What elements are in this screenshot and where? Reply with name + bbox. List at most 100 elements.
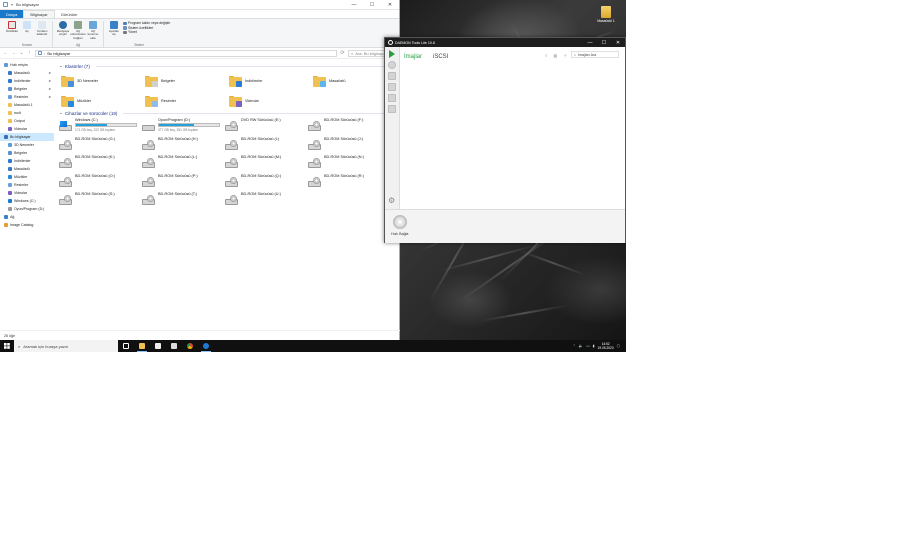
address-bar[interactable]: › Bu bilgisayar — [35, 49, 337, 57]
disc-icon[interactable] — [388, 61, 396, 69]
nav-item[interactable]: mult — [0, 109, 54, 117]
nav-item[interactable]: Resimler ✱ — [0, 93, 54, 101]
maximize-button[interactable]: ☐ — [363, 0, 381, 10]
drive-item[interactable]: BD-ROM Sürücüsü (T:) — [142, 192, 224, 210]
nav-item[interactable]: Belgeler ✱ — [0, 85, 54, 93]
drives-section-header[interactable]: ⌄ Cihazlar ve sürücüler (19) — [55, 109, 395, 117]
taskbar-app[interactable] — [166, 340, 182, 352]
notifications-icon[interactable]: ▢ — [617, 344, 620, 348]
tab-file[interactable]: Dosya — [0, 10, 24, 18]
drive-item[interactable]: BD-ROM Sürücüsü (G:) — [59, 137, 141, 155]
drive-item[interactable]: BD-ROM Sürücüsü (P:) — [142, 174, 224, 192]
nav-item[interactable]: Output — [0, 117, 54, 125]
gear-icon[interactable]: ⚙ — [388, 196, 395, 205]
tab-iscsi[interactable]: iSCSI — [433, 54, 448, 60]
burn-icon[interactable] — [388, 72, 396, 80]
quick-access-toolbar-icon[interactable]: ▾ — [11, 2, 13, 7]
nav-item[interactable]: Müzikler — [0, 173, 54, 181]
taskbar-search-input[interactable]: ⌕ Aramak için buraya yazın — [14, 340, 118, 352]
list-view-icon[interactable]: ≡ — [545, 53, 547, 59]
minimize-button[interactable]: — — [583, 38, 597, 47]
nav-item[interactable]: 3D Nesneler — [0, 141, 54, 149]
drive-icon[interactable] — [388, 83, 396, 91]
nav-item[interactable]: Windows (C:) — [0, 197, 54, 205]
tab-view[interactable]: Görünüm — [55, 10, 84, 18]
quick-mount-button[interactable] — [393, 215, 407, 229]
daemon-titlebar[interactable]: DAEMON Tools Lite 10.8 — ☐ ✕ — [385, 38, 625, 47]
pin-icon[interactable]: ✱ — [48, 71, 51, 75]
taskbar-chrome[interactable] — [182, 340, 198, 352]
chevron-up-icon[interactable]: ⌃ — [573, 344, 576, 348]
nav-item[interactable]: Videolar — [0, 189, 54, 197]
clock[interactable]: 14:52 19.05.2020 — [598, 342, 614, 350]
folder-item[interactable]: İndirilenler — [229, 72, 309, 90]
drive-item[interactable]: BD-ROM Sürücüsü (N:) — [308, 155, 390, 173]
tab-computer[interactable]: Bilgisayar — [23, 10, 55, 18]
drive-item[interactable]: BD-ROM Sürücüsü (H:) — [142, 137, 224, 155]
add-icon[interactable]: ＋ — [563, 53, 567, 59]
taskbar-store[interactable] — [150, 340, 166, 352]
drive-item[interactable]: BD-ROM Sürücüsü (K:) — [59, 155, 141, 173]
play-icon[interactable] — [389, 50, 395, 58]
drive-item[interactable]: DVD RW Sürücüsü (E:) — [225, 118, 307, 136]
pin-icon[interactable]: ✱ — [48, 79, 51, 83]
folder-item[interactable]: Müzikler — [61, 92, 141, 110]
folder-item[interactable]: 3D Nesneler — [61, 72, 141, 90]
nav-item[interactable]: Hızlı erişim — [0, 61, 54, 69]
nav-item[interactable]: Resimler — [0, 181, 54, 189]
manage-button[interactable]: Yönet — [123, 30, 170, 35]
nav-item[interactable]: Ağ — [0, 213, 54, 221]
nav-item[interactable]: Masaüstü — [0, 165, 54, 173]
drive-item[interactable]: BD-ROM Sürücüsü (U:) — [225, 192, 307, 210]
refresh-icon[interactable]: ⟳ — [340, 50, 345, 56]
start-button[interactable] — [0, 340, 14, 352]
nav-item[interactable]: İndirilenler ✱ — [0, 77, 54, 85]
nav-item[interactable]: İndirilenler — [0, 157, 54, 165]
drive-item[interactable]: BD-ROM Sürücüsü (R:) — [308, 174, 390, 192]
forward-icon[interactable]: → — [11, 50, 16, 56]
up-icon[interactable]: ↑ — [27, 50, 32, 56]
drive-item[interactable]: Oyun/Program (D:) 377 GB boş, 931 GB topl… — [142, 118, 224, 136]
drive-item[interactable]: BD-ROM Sürücüsü (Q:) — [225, 174, 307, 192]
volume-icon[interactable]: 🔈 — [579, 344, 583, 348]
image-search-input[interactable]: ⌕ İmajları Ara — [571, 51, 619, 58]
folder-item[interactable]: Resimler — [145, 92, 225, 110]
folder-item[interactable]: Belgeler — [145, 72, 225, 90]
pin-icon[interactable]: ✱ — [48, 87, 51, 91]
drive-item[interactable]: BD-ROM Sürücüsü (M:) — [225, 155, 307, 173]
nav-item[interactable]: Image Catalog — [0, 221, 54, 229]
network-icon[interactable]: ▭ — [586, 344, 589, 348]
folder-item[interactable]: Videolar — [229, 92, 309, 110]
drive-item[interactable]: BD-ROM Sürücüsü (F:) — [308, 118, 390, 136]
close-button[interactable]: ✕ — [381, 0, 399, 10]
drive-item[interactable]: BD-ROM Sürücüsü (O:) — [59, 174, 141, 192]
nav-item[interactable]: Videolar — [0, 125, 54, 133]
drive-item[interactable]: Windows (C:) 171 GB boş, 222 GB toplam — [59, 118, 141, 136]
drive-item[interactable]: BD-ROM Sürücüsü (J:) — [308, 137, 390, 155]
nav-item[interactable]: Bu bilgisayar — [0, 133, 54, 141]
minimize-button[interactable]: — — [345, 0, 363, 10]
close-button[interactable]: ✕ — [611, 38, 625, 47]
maximize-button[interactable]: ☐ — [597, 38, 611, 47]
pin-icon[interactable]: ✱ — [48, 95, 51, 99]
nav-item[interactable]: Belgeler — [0, 149, 54, 157]
task-view-button[interactable] — [118, 340, 134, 352]
back-icon[interactable]: ← — [3, 50, 8, 56]
explorer-titlebar[interactable]: ▾ Bu bilgisayar — ☐ ✕ — [0, 0, 399, 10]
drive-item[interactable]: BD-ROM Sürücüsü (S:) — [59, 192, 141, 210]
taskbar-daemon[interactable] — [198, 340, 214, 352]
tab-images[interactable]: İmajlar — [404, 54, 422, 60]
desktop-folder-icon[interactable]: Masaüstü 1 — [596, 6, 616, 23]
folder-item[interactable]: Masaüstü — [313, 72, 393, 90]
usb-icon[interactable] — [388, 105, 396, 113]
write-icon[interactable] — [388, 94, 396, 102]
chevron-down-icon[interactable]: ⌄ — [19, 50, 24, 56]
nav-item[interactable]: Masaüstü 1 — [0, 101, 54, 109]
grid-view-icon[interactable]: ▦ — [553, 53, 557, 59]
drive-item[interactable]: BD-ROM Sürücüsü (L:) — [142, 155, 224, 173]
nav-item[interactable]: Oyun/Program (D:) — [0, 205, 54, 213]
taskbar-explorer[interactable] — [134, 340, 150, 352]
drive-item[interactable]: BD-ROM Sürücüsü (I:) — [225, 137, 307, 155]
folders-section-header[interactable]: ⌄ Klasörler (7) — [55, 62, 395, 70]
nav-item[interactable]: Masaüstü ✱ — [0, 69, 54, 77]
